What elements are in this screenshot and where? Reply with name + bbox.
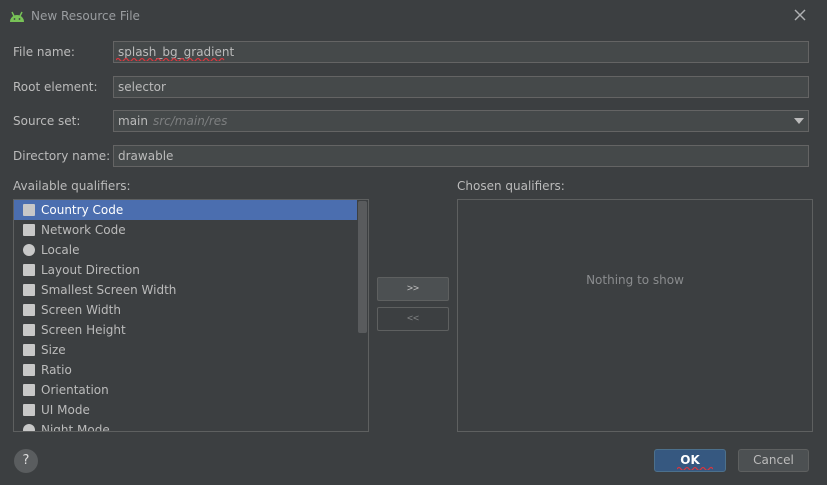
- cancel-button[interactable]: Cancel: [738, 449, 809, 472]
- size-icon: [23, 344, 35, 356]
- empty-state-text: Nothing to show: [586, 273, 684, 287]
- screen-width-icon: [23, 304, 35, 316]
- spellcheck-underline: [116, 57, 225, 61]
- file-name-label: File name:: [13, 45, 75, 59]
- source-set-hint: src/main/res: [152, 114, 228, 128]
- list-item[interactable]: Smallest Screen Width: [14, 280, 357, 300]
- orientation-icon: [23, 384, 35, 396]
- list-item[interactable]: UI Mode: [14, 400, 357, 420]
- source-set-value: main: [118, 114, 148, 128]
- country-code-icon: [23, 204, 35, 216]
- list-item[interactable]: Network Code: [14, 220, 357, 240]
- directory-name-input[interactable]: drawable: [113, 145, 809, 167]
- list-item[interactable]: Screen Height: [14, 320, 357, 340]
- night-mode-icon: [23, 424, 35, 431]
- layout-direction-icon: [23, 264, 35, 276]
- chosen-qualifiers-label: Chosen qualifiers:: [457, 179, 565, 193]
- close-icon[interactable]: [792, 7, 808, 23]
- chosen-qualifiers-list[interactable]: Nothing to show: [457, 199, 813, 432]
- list-item[interactable]: Ratio: [14, 360, 357, 380]
- available-qualifiers-list[interactable]: Country Code Network Code Locale Layout …: [13, 199, 369, 432]
- chevron-down-icon[interactable]: [794, 118, 804, 124]
- add-qualifier-button[interactable]: >>: [377, 277, 449, 301]
- root-element-input[interactable]: selector: [113, 76, 809, 98]
- list-item[interactable]: Country Code: [14, 200, 357, 220]
- root-element-label: Root element:: [13, 80, 98, 94]
- list-item[interactable]: Orientation: [14, 380, 357, 400]
- title-bar: New Resource File: [0, 0, 827, 32]
- remove-qualifier-button[interactable]: <<: [377, 307, 449, 331]
- ui-mode-icon: [23, 404, 35, 416]
- globe-icon: [23, 244, 35, 256]
- network-code-icon: [23, 224, 35, 236]
- list-scrollbar[interactable]: [358, 201, 367, 333]
- available-qualifiers-label: Available qualifiers:: [13, 179, 131, 193]
- smallest-width-icon: [23, 284, 35, 296]
- source-set-combo[interactable]: main src/main/res: [113, 110, 809, 132]
- list-item[interactable]: Screen Width: [14, 300, 357, 320]
- help-button[interactable]: ?: [14, 449, 38, 473]
- list-item[interactable]: Night Mode: [14, 420, 357, 431]
- list-item[interactable]: Layout Direction: [14, 260, 357, 280]
- spellcheck-underline: [677, 466, 713, 470]
- ratio-icon: [23, 364, 35, 376]
- list-item[interactable]: Locale: [14, 240, 357, 260]
- list-item[interactable]: Size: [14, 340, 357, 360]
- screen-height-icon: [23, 324, 35, 336]
- directory-name-label: Directory name:: [13, 149, 111, 163]
- source-set-label: Source set:: [13, 114, 81, 128]
- window-title: New Resource File: [31, 9, 140, 23]
- android-icon: [10, 11, 24, 22]
